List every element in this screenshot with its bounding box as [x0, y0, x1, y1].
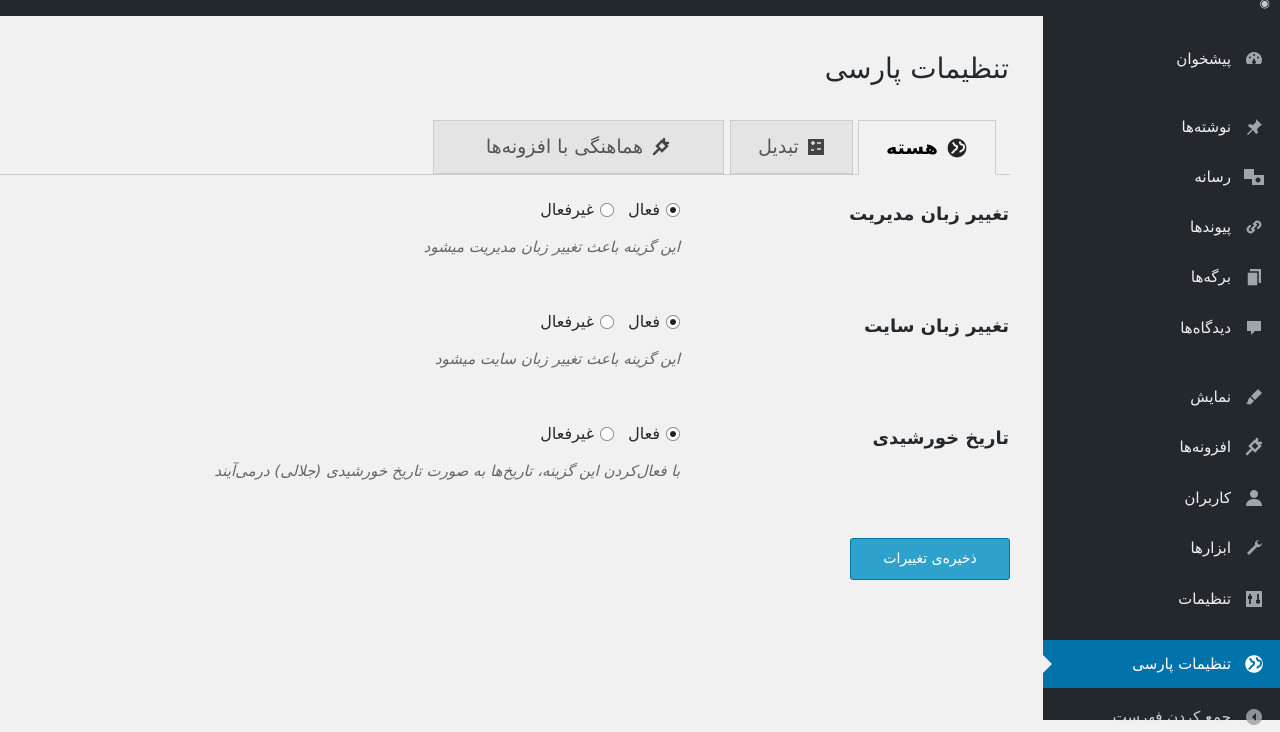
pages-icon [1241, 267, 1267, 287]
admin-language-active-option[interactable]: فعال [628, 200, 680, 219]
sidebar-item-pages[interactable]: برگه‌ها [1043, 262, 1280, 292]
jalali-date-inactive-radio[interactable] [600, 426, 615, 441]
appearance-icon [1241, 387, 1267, 407]
admin-sidebar: پیشخوان نوشته‌ها رسانه پیوندها برگه‌ها د… [1042, 16, 1280, 726]
tab-plugin-compatibility[interactable]: هماهنگی با افزونه‌ها [433, 120, 724, 174]
tab-label: تبدیل [758, 136, 799, 158]
sidebar-item-label: افزونه‌ها [1179, 438, 1231, 456]
user-icon [1241, 488, 1267, 508]
option-label: فعال [628, 424, 660, 443]
tab-label: هسته [886, 136, 938, 159]
jalali-date-inactive-option[interactable]: غیرفعال [540, 424, 615, 443]
settings-icon [1241, 589, 1267, 609]
jalali-date-radio-group: فعال غیرفعال [526, 424, 680, 443]
page-title: تنظیمات پارسی [824, 52, 1009, 85]
media-icon [1241, 167, 1267, 187]
sidebar-item-label: نوشته‌ها [1181, 118, 1231, 136]
sidebar-item-label: ابزارها [1190, 539, 1231, 557]
site-language-active-option[interactable]: فعال [628, 312, 680, 331]
sidebar-item-label: دیدگاه‌ها [1180, 319, 1231, 337]
sidebar-item-label: تنظیمات [1178, 590, 1231, 608]
admin-bar-cutoff-icon[interactable]: ◉ [1260, 0, 1270, 10]
globe-icon [946, 137, 968, 159]
main-content: تنظیمات پارسی هسته تبدیل هماهنگی با افزو… [0, 16, 1043, 720]
comment-icon [1241, 318, 1267, 338]
site-language-label: تغییر زبان سایت [864, 316, 1009, 337]
sidebar-item-users[interactable]: کاربران [1043, 483, 1280, 513]
plugin-icon [1241, 437, 1267, 457]
sidebar-item-label: جمع کردن فهرست [1112, 708, 1231, 726]
sidebar-item-label: پیشخوان [1176, 50, 1231, 68]
sidebar-item-dashboard[interactable]: پیشخوان [1043, 44, 1280, 74]
sidebar-item-label: تنظیمات پارسی [1132, 655, 1231, 673]
sidebar-item-label: پیوندها [1190, 218, 1231, 236]
site-language-radio-group: فعال غیرفعال [526, 312, 680, 331]
admin-bar: ◉ [0, 0, 1280, 16]
sidebar-item-label: نمایش [1190, 388, 1231, 406]
collapse-icon [1241, 707, 1267, 727]
sidebar-item-links[interactable]: پیوندها [1043, 212, 1280, 242]
pin-icon [1241, 117, 1267, 137]
dashboard-icon [1241, 49, 1267, 69]
jalali-date-active-radio[interactable] [666, 426, 680, 441]
option-label: غیرفعال [540, 424, 595, 443]
sidebar-item-settings[interactable]: تنظیمات [1043, 584, 1280, 614]
option-label: فعال [628, 200, 660, 219]
save-changes-button[interactable]: ذخیره‌ی تغییرات [850, 538, 1010, 580]
site-language-inactive-radio[interactable] [600, 314, 615, 329]
option-label: فعال [628, 312, 660, 331]
sidebar-item-comments[interactable]: دیدگاه‌ها [1043, 313, 1280, 343]
sidebar-item-posts[interactable]: نوشته‌ها [1043, 112, 1280, 142]
sidebar-item-label: کاربران [1184, 489, 1231, 507]
tab-core[interactable]: هسته [858, 120, 996, 175]
site-language-active-radio[interactable] [666, 314, 680, 329]
link-icon [1241, 217, 1267, 237]
plugin-icon [651, 137, 671, 157]
jalali-date-description: با فعال‌کردن این گزینه، تاریخ‌ها به صورت… [214, 462, 680, 480]
wrench-icon [1241, 538, 1267, 558]
sidebar-item-label: برگه‌ها [1190, 268, 1231, 286]
sidebar-item-tools[interactable]: ابزارها [1043, 533, 1280, 563]
admin-language-label: تغییر زبان مدیریت [849, 204, 1009, 225]
site-language-inactive-option[interactable]: غیرفعال [540, 312, 615, 331]
site-language-description: این گزینه باعث تغییر زبان سایت میشود [434, 350, 680, 368]
admin-language-description: این گزینه باعث تغییر زبان مدیریت میشود [423, 238, 680, 256]
globe-icon [1241, 653, 1267, 675]
sidebar-item-collapse-menu[interactable]: جمع کردن فهرست [1043, 702, 1280, 732]
jalali-date-active-option[interactable]: فعال [628, 424, 680, 443]
sidebar-item-media[interactable]: رسانه [1043, 162, 1280, 192]
admin-language-radio-group: فعال غیرفعال [526, 200, 680, 219]
option-label: غیرفعال [540, 200, 595, 219]
admin-language-inactive-option[interactable]: غیرفعال [540, 200, 615, 219]
tab-label: هماهنگی با افزونه‌ها [485, 136, 644, 158]
jalali-date-label: تاریخ خورشیدی [872, 428, 1009, 449]
admin-language-inactive-radio[interactable] [600, 202, 615, 217]
sidebar-item-plugins[interactable]: افزونه‌ها [1043, 432, 1280, 462]
sidebar-item-label: رسانه [1194, 168, 1231, 186]
convert-icon [807, 138, 825, 156]
sidebar-item-persian-settings[interactable]: تنظیمات پارسی [1042, 640, 1280, 688]
option-label: غیرفعال [540, 312, 595, 331]
tab-convert[interactable]: تبدیل [730, 120, 853, 174]
admin-language-active-radio[interactable] [666, 202, 680, 217]
sidebar-item-appearance[interactable]: نمایش [1043, 382, 1280, 412]
